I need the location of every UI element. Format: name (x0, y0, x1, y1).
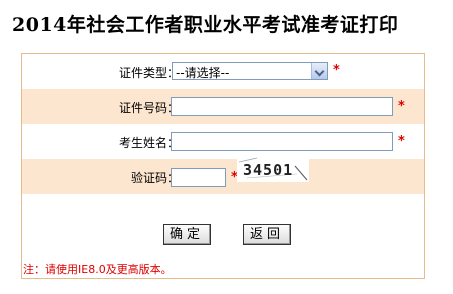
required-mark: * (398, 99, 405, 114)
captcha-image[interactable]: 34501 (237, 156, 309, 182)
chevron-down-icon[interactable] (311, 63, 327, 79)
cert-type-select[interactable]: --请选择-- (172, 62, 328, 80)
form-row-cert-type: 证件类型： --请选择-- * (22, 54, 424, 89)
required-mark: * (333, 63, 340, 78)
cert-number-label: 证件号码： (118, 101, 179, 115)
confirm-button[interactable]: 确定 (163, 224, 212, 245)
form-row-cert-number: 证件号码： * (22, 89, 424, 124)
print-form: 证件类型： --请选择-- * 证件号码： * 考生姓名： * 验证码： * 3… (21, 53, 425, 279)
name-input[interactable] (171, 132, 393, 151)
form-row-name: 考生姓名： * (22, 124, 424, 159)
back-button[interactable]: 返回 (243, 224, 292, 245)
required-mark: * (398, 134, 405, 149)
page-title: 2014年社会工作者职业水平考试准考证打印 (12, 14, 399, 36)
captcha-text: 34501 (243, 161, 293, 179)
name-label: 考生姓名： (118, 136, 179, 150)
form-row-captcha: 验证码： * 34501 (22, 156, 424, 194)
cert-type-label: 证件类型： (118, 66, 179, 80)
cert-number-input[interactable] (171, 97, 393, 116)
browser-note: 注：请使用IE8.0及更高版本。 (23, 263, 172, 276)
cert-type-selected: --请选择-- (176, 66, 230, 80)
captcha-input[interactable] (171, 168, 226, 187)
